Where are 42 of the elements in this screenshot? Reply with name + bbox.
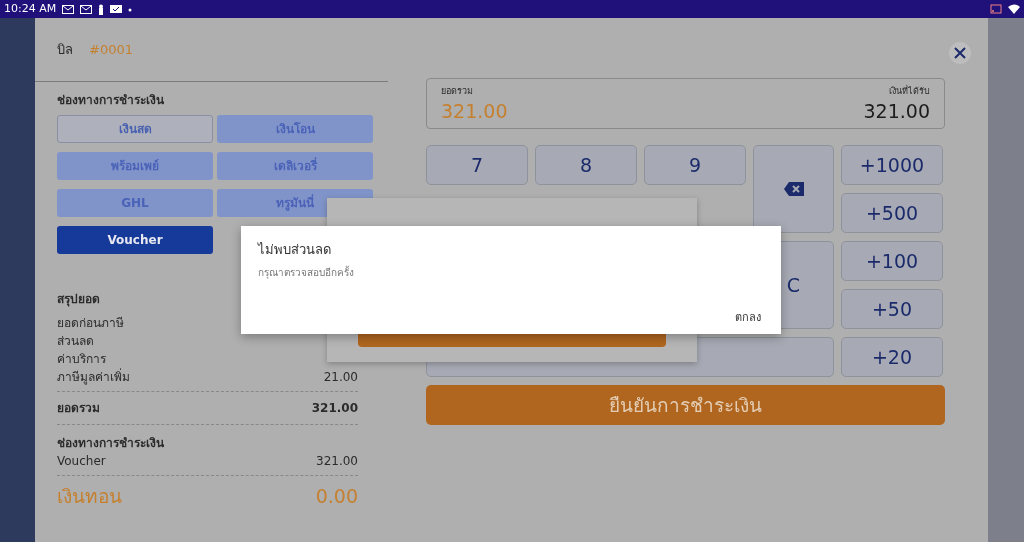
bill-number: #0001 bbox=[89, 40, 133, 59]
number-key[interactable]: 8 bbox=[535, 145, 637, 185]
summary-label: ส่วนลด bbox=[57, 333, 94, 350]
amount-key[interactable]: +20 bbox=[841, 337, 943, 377]
payment-method-button[interactable]: Voucher bbox=[57, 226, 213, 254]
total-value: 321.00 bbox=[311, 400, 358, 417]
mail-icon bbox=[80, 3, 93, 15]
section-title: ช่องทางการชำระเงิน bbox=[56, 435, 165, 452]
summary-value: 21.00 bbox=[323, 369, 358, 386]
amount-key[interactable]: +1000 bbox=[841, 145, 943, 185]
wifi-icon bbox=[1008, 3, 1020, 15]
amount-key[interactable]: +500 bbox=[841, 193, 943, 233]
cast-icon bbox=[990, 3, 1002, 15]
amount-total: 321.00 bbox=[441, 98, 508, 123]
figure-icon bbox=[98, 3, 105, 15]
message-icon bbox=[110, 3, 123, 15]
summary-label: ยอดก่อนภาษี bbox=[57, 315, 124, 332]
amount-label: เงินที่ได้รับ bbox=[889, 85, 930, 98]
payment-label: Voucher bbox=[57, 453, 106, 470]
status-time: 10:24 AM bbox=[4, 0, 57, 17]
change-value: 0.00 bbox=[315, 484, 358, 509]
number-key[interactable]: 9 bbox=[644, 145, 746, 185]
amount-key[interactable]: +100 bbox=[841, 241, 943, 281]
payment-value: 321.00 bbox=[316, 453, 358, 470]
summary-title: สรุปยอด bbox=[56, 291, 101, 309]
backspace-icon bbox=[782, 181, 805, 197]
summary-label: ค่าบริการ bbox=[57, 351, 106, 368]
confirm-payment-button[interactable]: ยืนยันการชำระเงิน bbox=[426, 385, 945, 425]
alert-message: กรุณาตรวจสอบอีกครั้ง bbox=[258, 264, 354, 280]
amount-key[interactable]: +50 bbox=[841, 289, 943, 329]
backspace-key[interactable] bbox=[753, 145, 834, 233]
amount-label: ยอดรวม bbox=[441, 85, 474, 98]
change-label: เงินทอน bbox=[57, 484, 122, 509]
alert-title: ไม่พบส่วนลด bbox=[258, 241, 331, 259]
amount-received: 321.00 bbox=[863, 98, 930, 123]
summary-label: ภาษีมูลค่าเพิ่ม bbox=[57, 368, 130, 386]
close-icon[interactable] bbox=[948, 41, 972, 65]
section-title: ช่องทางการชำระเงิน bbox=[56, 92, 165, 109]
mail-icon bbox=[62, 3, 75, 15]
total-label: ยอดรวม bbox=[57, 400, 100, 417]
number-key[interactable]: 7 bbox=[426, 145, 528, 185]
bill-label: บิล bbox=[57, 40, 73, 59]
